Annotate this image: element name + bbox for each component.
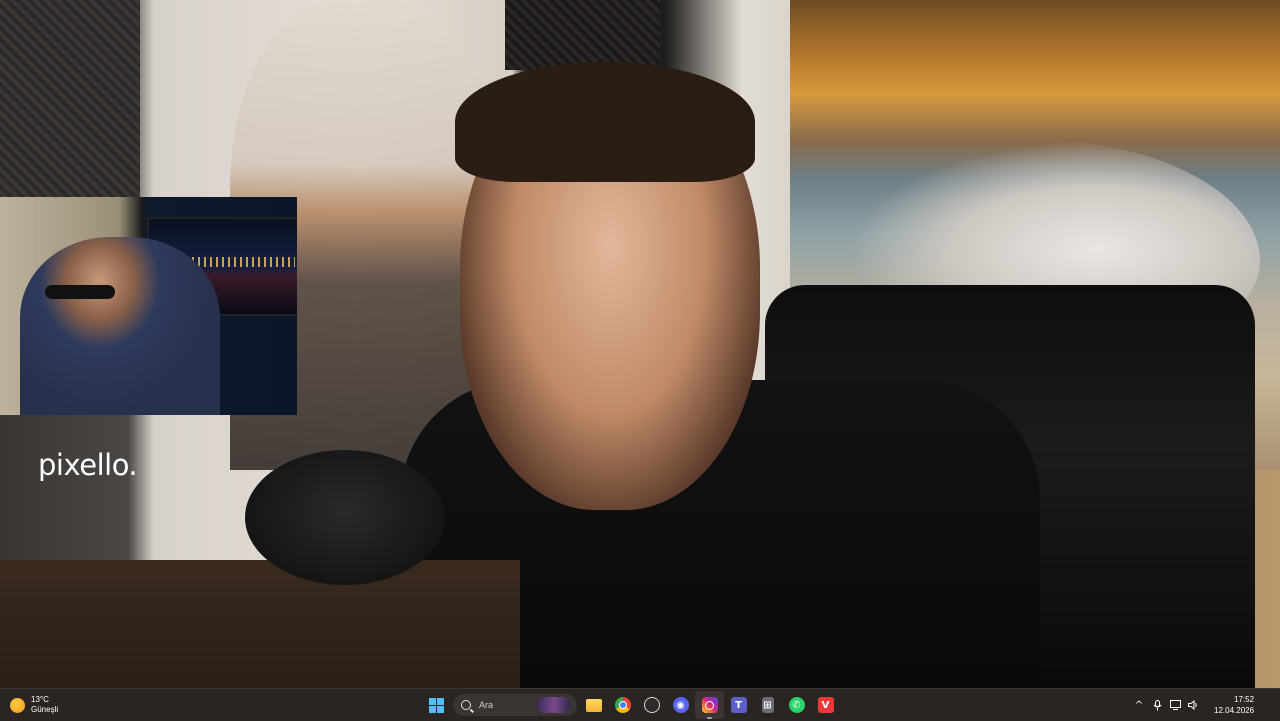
clock-time: 17:52	[1234, 695, 1255, 704]
webcam-person	[20, 237, 220, 415]
weather-condition: Güneşli	[31, 705, 59, 714]
teams-icon: T	[730, 697, 747, 713]
display-icon[interactable]	[1169, 699, 1181, 711]
weather-text: 13°C Güneşli	[31, 695, 58, 715]
taskbar-instagram[interactable]	[695, 691, 724, 719]
system-tray: ^ 17:52 12.04.2026	[1130, 689, 1280, 721]
taskbar-file-explorer[interactable]	[579, 691, 608, 719]
taskbar-discord[interactable]: ◉	[666, 691, 695, 719]
taskbar-clock[interactable]: 17:52 12.04.2026	[1214, 694, 1254, 716]
desktop-wallpaper: pixello.	[0, 0, 1280, 688]
folder-icon	[585, 698, 602, 712]
acoustic-foam-panel	[0, 0, 140, 200]
search-placeholder: Ara	[479, 700, 494, 710]
instagram-icon	[701, 697, 718, 713]
taskbar-calculator[interactable]: ⊞	[753, 691, 782, 719]
person-hair	[455, 62, 755, 182]
weather-widget[interactable]: 13°C Güneşli	[10, 689, 58, 721]
pixello-watermark-logo: pixello.	[38, 448, 138, 482]
search-icon	[461, 700, 471, 710]
taskbar-vivaldi[interactable]: V	[811, 691, 840, 719]
taskbar: 13°C Güneşli Ara ◉ T ⊞ ✆ V ^ 17:52 12.04…	[0, 688, 1280, 721]
clock-date: 12.04.2026	[1214, 706, 1255, 715]
microphone-icon[interactable]	[1151, 699, 1163, 711]
microphone-windscreen	[245, 450, 445, 585]
taskbar-chrome[interactable]	[608, 691, 637, 719]
search-highlight-thumbnail	[537, 697, 571, 713]
acoustic-foam-panel-top	[505, 0, 660, 70]
sunglasses	[45, 285, 115, 299]
whatsapp-icon: ✆	[788, 697, 805, 713]
start-button[interactable]	[422, 691, 451, 719]
discord-icon: ◉	[672, 697, 689, 713]
sun-icon	[10, 697, 25, 713]
weather-temperature: 13°C	[31, 695, 49, 704]
speaker-icon[interactable]	[1187, 699, 1199, 711]
webcam-overlay	[0, 197, 297, 415]
taskbar-center: Ara ◉ T ⊞ ✆ V	[422, 689, 840, 721]
vivaldi-icon: V	[817, 697, 834, 713]
calculator-icon: ⊞	[761, 697, 774, 713]
taskbar-obs-studio[interactable]	[637, 691, 666, 719]
taskbar-search-box[interactable]: Ara	[453, 694, 577, 716]
taskbar-whatsapp[interactable]: ✆	[782, 691, 811, 719]
obs-icon	[643, 697, 660, 713]
chevron-up-icon[interactable]: ^	[1133, 699, 1145, 711]
desk-surface	[0, 560, 520, 688]
chrome-icon	[614, 697, 631, 713]
windows-start-icon	[429, 697, 444, 713]
taskbar-teams[interactable]: T	[724, 691, 753, 719]
